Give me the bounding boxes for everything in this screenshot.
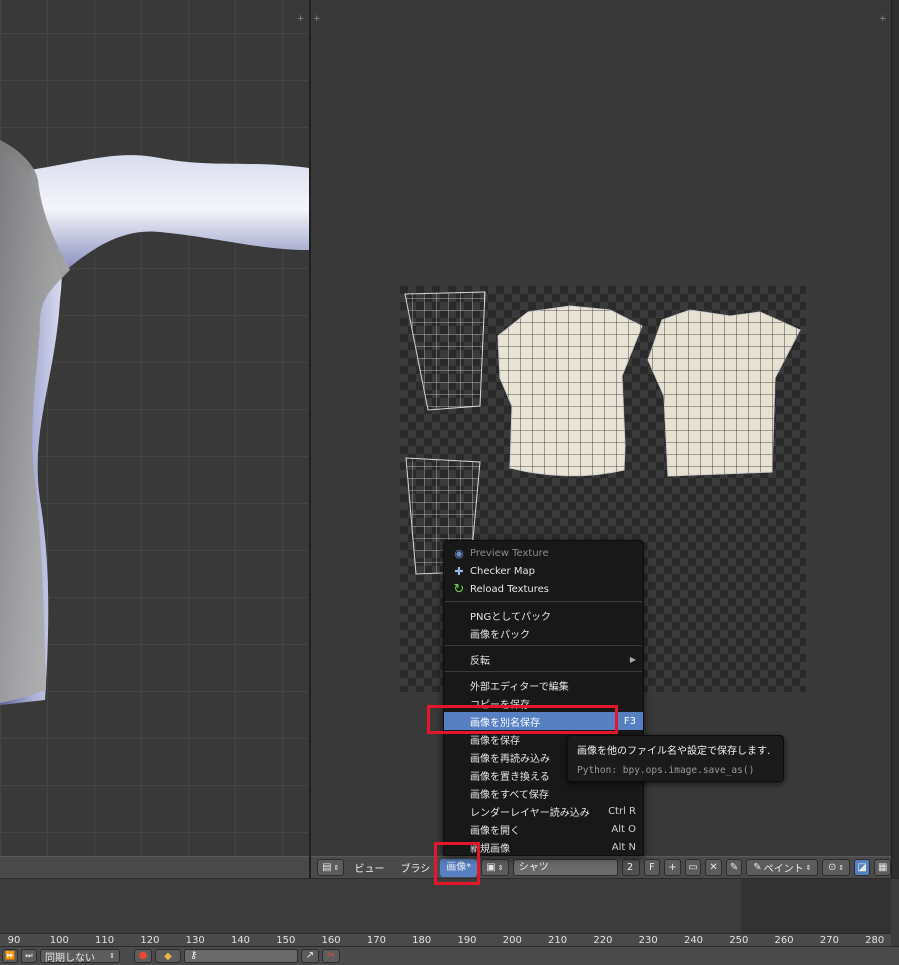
view-menu[interactable]: ビュー: [348, 860, 390, 875]
image-dropdown-menu: ◉ Preview Texture ✚ Checker Map ↻ Reload…: [443, 540, 644, 856]
menu-item-save-all-images[interactable]: 画像をすべて保存: [444, 784, 643, 802]
updown-arrow-icon: ⇕: [838, 863, 845, 872]
menu-item-read-render-layers[interactable]: レンダーレイヤー読み込み Ctrl R: [444, 802, 643, 820]
frame-tick-label: 190: [457, 935, 477, 946]
area-split-corner-icon[interactable]: +: [879, 15, 888, 24]
sync-mode-selector[interactable]: 同期しない ⇕: [40, 949, 120, 964]
insert-keyframe-icon[interactable]: ↗: [301, 949, 319, 963]
frame-ruler[interactable]: 90 100 110 120 130 140 150 160 170 180 190 200 210 22…: [0, 933, 891, 947]
editor-type-selector[interactable]: ▤ ⇕: [317, 859, 345, 876]
record-icon[interactable]: ●: [134, 949, 152, 963]
area-split-corner-icon[interactable]: +: [313, 15, 322, 24]
character-mesh-render: [0, 140, 309, 705]
frame-tick-label: 240: [683, 935, 704, 946]
frame-tick-label: 130: [185, 935, 205, 946]
viewport-header: [0, 856, 309, 878]
3d-viewport[interactable]: +: [0, 0, 309, 856]
menu-item-pack-image[interactable]: 画像をパック: [444, 624, 643, 642]
keying-set-icon[interactable]: ◆: [155, 949, 181, 963]
menu-item-preview-texture[interactable]: ◉ Preview Texture: [444, 544, 643, 562]
frame-tick-label: 120: [140, 935, 160, 946]
frame-tick-label: 160: [321, 935, 341, 946]
save-as-tooltip: 画像を他のファイル名や設定で保存します. Python: bpy.ops.ima…: [567, 735, 784, 782]
fake-user-button[interactable]: F: [643, 859, 661, 876]
brush-icon: ✎: [753, 862, 762, 873]
mode-label: ペイント: [763, 864, 804, 875]
updown-arrow-icon: ⇕: [805, 863, 812, 872]
reload-icon: ↻: [453, 581, 465, 597]
frame-tick-label: 280: [865, 935, 885, 946]
brush-menu[interactable]: ブラシ: [394, 860, 436, 875]
image-icon: ▣: [486, 862, 496, 873]
pivot-selector[interactable]: ⊙ ⇕: [822, 859, 850, 876]
frame-tick-label: 260: [774, 935, 794, 946]
annotation-highlight-save-as: [427, 705, 618, 734]
alpha-checker-icon[interactable]: ▦: [874, 859, 891, 876]
pivot-icon: ⊙: [828, 862, 837, 873]
frame-tick-label: 250: [729, 935, 749, 946]
timeline-outside-range: [741, 879, 891, 933]
jump-end-icon[interactable]: ⏩: [2, 949, 18, 963]
updown-arrow-icon: ⇕: [109, 952, 115, 960]
frame-tick-label: 180: [412, 935, 432, 946]
menu-separator: [445, 601, 642, 602]
area-scroll-strip[interactable]: [891, 0, 899, 878]
menu-item-invert[interactable]: 反転 ▶: [444, 650, 643, 668]
image-editor-icon: ▤: [322, 862, 332, 873]
preview-texture-icon: ◉: [454, 546, 464, 560]
submenu-arrow-icon: ▶: [629, 654, 636, 664]
open-folder-icon[interactable]: ▭: [684, 859, 702, 876]
area-split-corner-icon[interactable]: +: [296, 15, 305, 24]
frame-tick-label: 210: [548, 935, 568, 946]
new-image-plus-icon[interactable]: +: [664, 859, 681, 876]
updown-arrow-icon: ⇕: [333, 863, 340, 872]
tooltip-description: 画像を他のファイル名や設定で保存します.: [577, 746, 771, 757]
menu-separator: [445, 671, 642, 672]
skip-end-icon[interactable]: ⏭: [21, 949, 37, 963]
frame-tick-label: 270: [819, 935, 839, 946]
menu-item-reload-textures[interactable]: ↻ Reload Textures: [444, 580, 643, 598]
frame-tick-label: 170: [366, 935, 386, 946]
image-name-field[interactable]: シャツ: [512, 859, 618, 876]
keying-set-field[interactable]: ⚷: [184, 949, 298, 963]
unlink-x-icon[interactable]: ✕: [705, 859, 722, 876]
mode-selector[interactable]: ✎ ペイント ⇕: [746, 859, 819, 876]
menu-separator: [445, 645, 642, 646]
frame-tick-label: 100: [49, 935, 69, 946]
frame-tick-label: 220: [593, 935, 613, 946]
checker-map-icon: ✚: [454, 564, 464, 578]
image-browse-button[interactable]: ▣ ⇕: [481, 859, 509, 876]
frame-tick-label: 200: [502, 935, 522, 946]
pin-icon[interactable]: ✎: [725, 859, 743, 876]
frame-tick-label: 140: [230, 935, 251, 946]
users-count: 2: [621, 859, 640, 876]
frame-tick-label: 150: [276, 935, 296, 946]
timeline-area[interactable]: 90 100 110 120 130 140 150 160 170 180 190 200 210 22…: [0, 878, 899, 947]
frame-tick-label: 90: [7, 935, 21, 946]
updown-arrow-icon: ⇕: [497, 863, 504, 872]
frame-tick-label: 230: [638, 935, 658, 946]
draw-channels-icon[interactable]: ◪: [853, 859, 871, 876]
menu-item-checker-map[interactable]: ✚ Checker Map: [444, 562, 643, 580]
delete-keyframe-icon[interactable]: ✂: [322, 949, 340, 963]
menu-item-pack-as-png[interactable]: PNGとしてパック: [444, 606, 643, 624]
frame-tick-label: 110: [95, 935, 115, 946]
sync-mode-label: 同期しない: [45, 952, 95, 964]
menu-item-edit-externally[interactable]: 外部エディターで編集: [444, 676, 643, 694]
tooltip-python: Python: bpy.ops.image.save_as(): [577, 765, 755, 776]
annotation-highlight-image-menu: [434, 842, 480, 885]
menu-item-open-image[interactable]: 画像を開く Alt O: [444, 820, 643, 838]
image-editor-header: ▤ ⇕ ビュー ブラシ 画像* ▣ ⇕ シャツ 2 F + ▭ ✕ ✎ ✎ ペイント…: [311, 856, 891, 878]
timeline-header: ⏩ ⏭ 同期しない ⇕ ● ◆ ⚷ ↗ ✂: [0, 946, 899, 965]
